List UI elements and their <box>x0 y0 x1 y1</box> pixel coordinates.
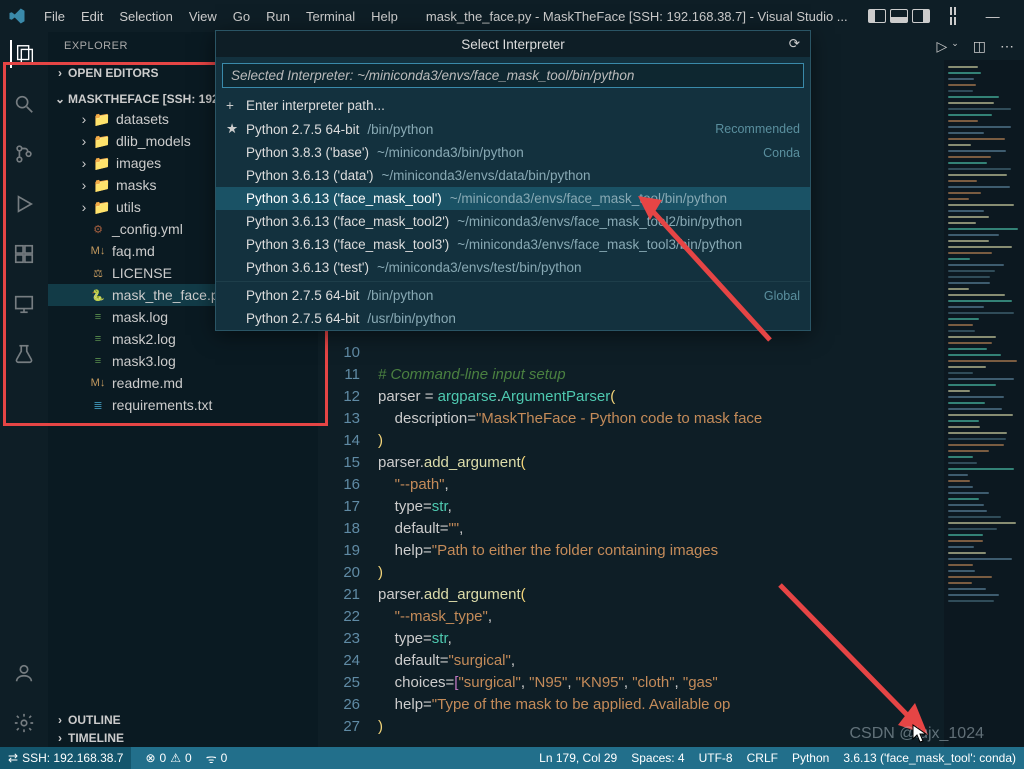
interpreter-option[interactable]: Python 2.7.5 64-bit/usr/bin/python <box>216 307 810 330</box>
remote-explorer-icon[interactable] <box>10 290 38 318</box>
layout-grid-icon[interactable] <box>950 7 956 25</box>
warning-icon: ⚠ <box>170 751 181 765</box>
interpreter-option[interactable]: Python 3.6.13 ('test')~/miniconda3/envs/… <box>216 256 810 279</box>
activitybar <box>0 32 48 747</box>
menu-run[interactable]: Run <box>258 9 298 24</box>
menu-edit[interactable]: Edit <box>73 9 111 24</box>
settings-gear-icon[interactable] <box>10 709 38 737</box>
cursor-position[interactable]: Ln 179, Col 29 <box>539 751 617 765</box>
more-icon[interactable]: ⋯ <box>1000 38 1014 55</box>
testing-icon[interactable] <box>10 340 38 368</box>
radio-icon: ᯤ <box>206 750 217 767</box>
error-icon: ⊗ <box>145 751 155 765</box>
accounts-icon[interactable] <box>10 659 38 687</box>
minimap[interactable] <box>944 60 1024 747</box>
eol[interactable]: CRLF <box>747 751 778 765</box>
interpreter-picker: Select Interpreter⟳ Selected Interpreter… <box>215 30 811 331</box>
minimize-icon[interactable]: — <box>986 8 1000 25</box>
interpreter-option[interactable]: Python 3.6.13 ('face_mask_tool')~/minico… <box>216 187 810 210</box>
menu-go[interactable]: Go <box>225 9 258 24</box>
outline-section[interactable]: ›OUTLINE <box>48 711 318 729</box>
timeline-label: TIMELINE <box>68 731 124 745</box>
outline-label: OUTLINE <box>68 713 121 727</box>
open-editors-label: OPEN EDITORS <box>68 66 158 80</box>
refresh-icon[interactable]: ⟳ <box>789 36 800 52</box>
ports[interactable]: ᯤ0 <box>206 750 228 767</box>
debug-icon[interactable] <box>10 190 38 218</box>
picker-title: Select Interpreter⟳ <box>216 31 810 57</box>
interpreter-option[interactable]: ★Python 2.7.5 64-bit/bin/pythonRecommend… <box>216 117 810 141</box>
menu-view[interactable]: View <box>181 9 225 24</box>
file-requirements.txt[interactable]: ≣requirements.txt <box>48 394 318 416</box>
remote-icon: ⇄ <box>8 751 18 765</box>
interpreter-option[interactable]: Python 3.6.13 ('face_mask_tool3')~/minic… <box>216 233 810 256</box>
source-control-icon[interactable] <box>10 140 38 168</box>
file-readme.md[interactable]: M↓readme.md <box>48 372 318 394</box>
language-mode[interactable]: Python <box>792 751 829 765</box>
menu-file[interactable]: File <box>36 9 73 24</box>
enter-interpreter-path[interactable]: +Enter interpreter path... <box>216 94 810 117</box>
menu-help[interactable]: Help <box>363 9 406 24</box>
search-icon[interactable] <box>10 90 38 118</box>
file-mask2.log[interactable]: ≡mask2.log <box>48 328 318 350</box>
menu-terminal[interactable]: Terminal <box>298 9 363 24</box>
interpreter-option[interactable]: Python 3.6.13 ('data')~/miniconda3/envs/… <box>216 164 810 187</box>
interpreter-option[interactable]: Python 3.8.3 ('base')~/miniconda3/bin/py… <box>216 141 810 164</box>
file-mask3.log[interactable]: ≡mask3.log <box>48 350 318 372</box>
menu-selection[interactable]: Selection <box>111 9 180 24</box>
python-interpreter[interactable]: 3.6.13 ('face_mask_tool': conda) <box>843 751 1016 765</box>
explorer-icon[interactable] <box>10 40 38 68</box>
timeline-section[interactable]: ›TIMELINE <box>48 729 318 747</box>
window-title: mask_the_face.py - MaskTheFace [SSH: 192… <box>426 9 848 24</box>
layout-icons[interactable] <box>868 9 930 23</box>
run-icon[interactable]: ▷ <box>936 38 947 55</box>
indentation[interactable]: Spaces: 4 <box>631 751 684 765</box>
titlebar: FileEditSelectionViewGoRunTerminalHelp m… <box>0 0 1024 32</box>
code-area[interactable]: 1011# Command-line input setup12parser =… <box>318 342 944 747</box>
cursor-icon <box>912 724 928 749</box>
interpreter-option[interactable]: Python 3.6.13 ('face_mask_tool2')~/minic… <box>216 210 810 233</box>
split-editor-icon[interactable]: ◫ <box>973 38 986 55</box>
encoding[interactable]: UTF-8 <box>699 751 733 765</box>
extensions-icon[interactable] <box>10 240 38 268</box>
vscode-logo-icon <box>8 7 26 25</box>
picker-input[interactable]: Selected Interpreter: ~/miniconda3/envs/… <box>222 63 804 88</box>
interpreter-option[interactable]: Python 2.7.5 64-bit/bin/pythonGlobal <box>216 284 810 307</box>
problems[interactable]: ⊗0 ⚠0 <box>145 751 191 765</box>
remote-indicator[interactable]: ⇄SSH: 192.168.38.7 <box>0 747 131 769</box>
statusbar: ⇄SSH: 192.168.38.7 ⊗0 ⚠0 ᯤ0 Ln 179, Col … <box>0 747 1024 769</box>
